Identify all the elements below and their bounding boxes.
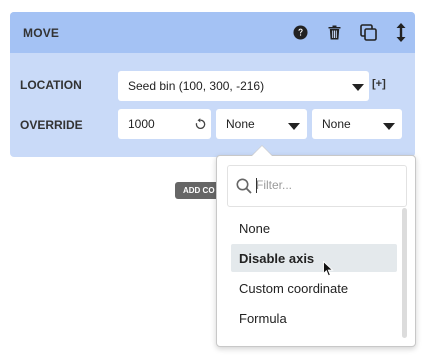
location-select[interactable]: Seed bin (100, 300, -216) [118,71,369,101]
override-axis-select-2-value: None [322,117,351,131]
chevron-down-icon [352,84,364,91]
filter-input[interactable] [256,178,396,192]
override-speed-input[interactable]: 1000 [118,109,211,139]
option-none[interactable]: None [231,214,397,242]
location-label: LOCATION [20,78,82,92]
option-custom-coordinate[interactable]: Custom coordinate [231,274,397,302]
text-cursor [256,178,257,193]
dropdown-notch [252,146,272,156]
trash-icon[interactable] [325,22,343,42]
mouse-pointer-icon [323,260,334,282]
override-label: OVERRIDE [20,118,83,132]
card-title: MOVE [23,26,60,40]
add-location-button[interactable]: [+] [372,78,386,90]
card-header: MOVE [10,12,415,53]
filter-box [227,165,407,207]
override-speed-value: 1000 [128,117,155,131]
override-axis-select-2[interactable]: None [312,109,402,139]
duplicate-icon[interactable] [359,22,377,42]
option-disable-axis[interactable]: Disable axis [231,244,397,272]
location-select-value: Seed bin (100, 300, -216) [128,79,265,93]
option-formula[interactable]: Formula [231,304,397,332]
reset-icon[interactable] [195,117,206,135]
override-axis-select-1[interactable]: None [216,109,307,139]
drag-handle-icon[interactable] [392,22,410,42]
help-icon[interactable] [291,22,309,42]
chevron-down-icon [288,123,300,130]
move-step-card: MOVE LOCATION Seed bin (100, 300, -216) … [10,12,415,157]
chevron-down-icon [383,123,395,130]
search-icon [236,178,252,199]
axis-dropdown-menu: None Disable axis Custom coordinate Form… [216,155,416,347]
override-axis-select-1-value: None [226,117,255,131]
dropdown-scrollbar[interactable] [402,208,407,338]
